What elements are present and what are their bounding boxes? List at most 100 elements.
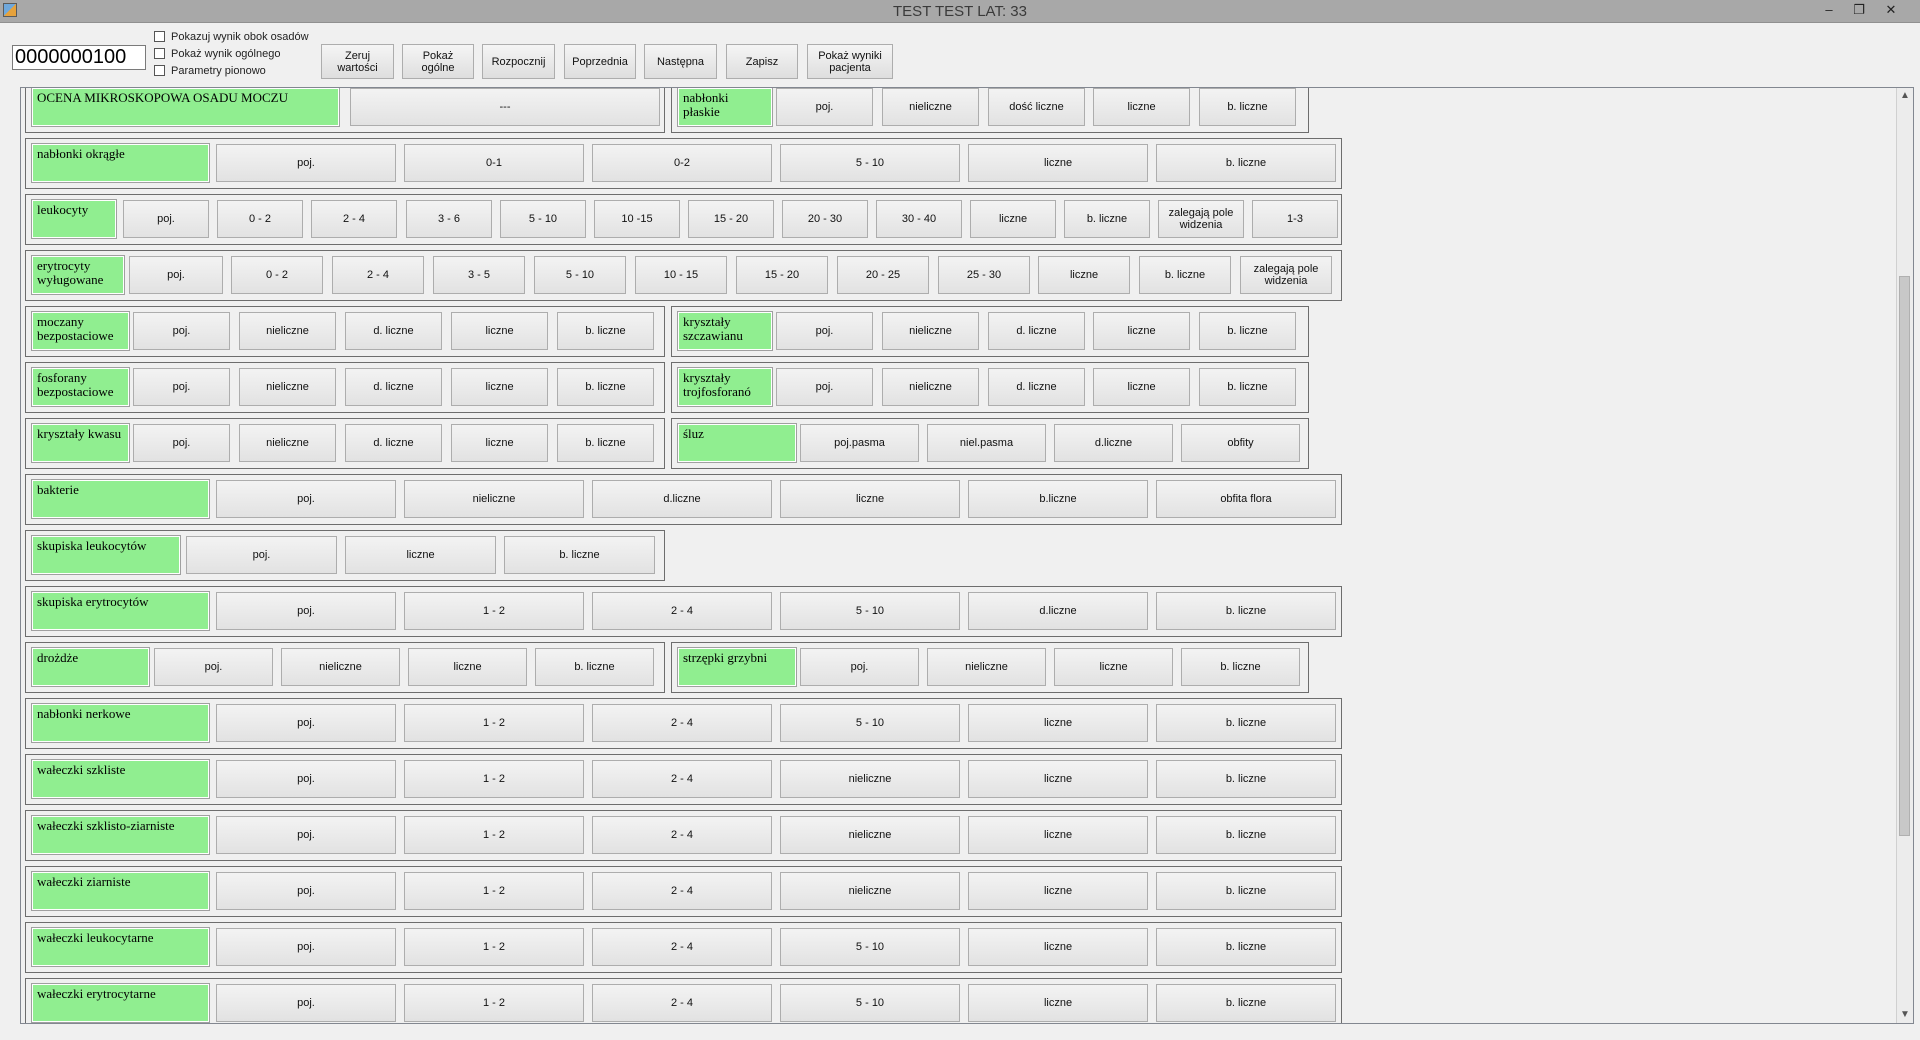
option-button[interactable]: 10 - 15 [635, 256, 727, 294]
option-button[interactable]: 1 - 2 [404, 704, 584, 742]
option-button[interactable]: 1 - 2 [404, 760, 584, 798]
option-button[interactable]: 2 - 4 [592, 816, 772, 854]
checkbox-vertical-params[interactable]: Parametry pionowo [154, 62, 309, 79]
option-button[interactable]: 25 - 30 [938, 256, 1030, 294]
option-button[interactable]: poj. [133, 312, 230, 350]
option-button[interactable]: 2 - 4 [592, 760, 772, 798]
option-button[interactable]: poj. [216, 760, 396, 798]
option-button[interactable]: 2 - 4 [332, 256, 424, 294]
option-button[interactable]: liczne [451, 368, 548, 406]
option-button[interactable]: b. liczne [1139, 256, 1231, 294]
option-button[interactable]: 15 - 20 [688, 200, 774, 238]
previous-button[interactable]: Poprzednia [564, 44, 636, 79]
option-button[interactable]: liczne [1093, 88, 1190, 126]
option-button[interactable]: 5 - 10 [780, 928, 960, 966]
option-button[interactable]: liczne [1093, 368, 1190, 406]
close-button[interactable]: ✕ [1878, 1, 1904, 19]
checkbox-box[interactable] [154, 31, 165, 42]
option-button[interactable]: 3 - 5 [433, 256, 525, 294]
option-button[interactable]: liczne [451, 424, 548, 462]
option-button[interactable]: liczne [1054, 648, 1173, 686]
option-button[interactable]: poj. [133, 424, 230, 462]
option-button[interactable]: d. liczne [345, 312, 442, 350]
option-button[interactable]: poj.pasma [800, 424, 919, 462]
save-button[interactable]: Zapisz [726, 44, 798, 79]
option-button[interactable]: d. liczne [988, 312, 1085, 350]
option-button[interactable]: liczne [1038, 256, 1130, 294]
option-button[interactable]: poj. [154, 648, 273, 686]
checkbox-box[interactable] [154, 48, 165, 59]
option-button[interactable]: 2 - 4 [592, 704, 772, 742]
option-button[interactable]: 1-3 [1252, 200, 1338, 238]
option-button[interactable]: d. liczne [345, 368, 442, 406]
option-button[interactable]: 3 - 6 [406, 200, 492, 238]
option-button[interactable]: nieliczne [239, 424, 336, 462]
option-button[interactable]: nieliczne [780, 760, 960, 798]
option-button[interactable]: b. liczne [1199, 312, 1296, 350]
option-button[interactable]: poj. [123, 200, 209, 238]
option-button[interactable]: 15 - 20 [736, 256, 828, 294]
option-button[interactable]: d. liczne [345, 424, 442, 462]
reset-values-button[interactable]: Zeruj wartości [321, 44, 394, 79]
option-button[interactable]: poj. [216, 704, 396, 742]
option-button[interactable]: b. liczne [557, 368, 654, 406]
option-button[interactable]: b. liczne [1181, 648, 1300, 686]
option-button[interactable]: 5 - 10 [780, 144, 960, 182]
option-button[interactable]: liczne [451, 312, 548, 350]
option-button[interactable]: b. liczne [1156, 592, 1336, 630]
option-button[interactable]: poj. [216, 816, 396, 854]
option-button[interactable]: liczne [968, 928, 1148, 966]
option-button[interactable]: 2 - 4 [592, 872, 772, 910]
option-button[interactable]: poj. [216, 872, 396, 910]
restore-button[interactable]: ❐ [1846, 1, 1872, 19]
option-button[interactable]: nieliczne [281, 648, 400, 686]
sediment-panel[interactable]: ▲ ▼ OCENA MIKROSKOPOWA OSADU MOCZU --- nab… [20, 87, 1914, 1024]
option-button[interactable]: 20 - 30 [782, 200, 868, 238]
minimize-button[interactable]: – [1816, 1, 1842, 19]
start-button[interactable]: Rozpocznij [482, 44, 555, 79]
option-button[interactable]: nieliczne [239, 368, 336, 406]
option-button[interactable]: 5 - 10 [780, 984, 960, 1022]
option-button[interactable]: 0 - 2 [231, 256, 323, 294]
option-button[interactable]: 2 - 4 [592, 592, 772, 630]
option-button[interactable]: b. liczne [1064, 200, 1150, 238]
option-button[interactable]: liczne [968, 144, 1148, 182]
option-button[interactable]: liczne [968, 816, 1148, 854]
option-button[interactable]: zalegają pole widzenia [1158, 200, 1244, 238]
option-button[interactable]: 10 -15 [594, 200, 680, 238]
option-button[interactable]: obfity [1181, 424, 1300, 462]
option-button[interactable]: 0-2 [592, 144, 772, 182]
option-button[interactable]: 2 - 4 [311, 200, 397, 238]
option-button[interactable]: obfita flora [1156, 480, 1336, 518]
option-button[interactable]: b. liczne [1156, 144, 1336, 182]
option-button[interactable]: poj. [216, 144, 396, 182]
option-button[interactable]: nieliczne [927, 648, 1046, 686]
option-button[interactable]: b.liczne [968, 480, 1148, 518]
option-button[interactable]: poj. [776, 312, 873, 350]
option-button[interactable]: d.liczne [592, 480, 772, 518]
option-button[interactable]: b. liczne [557, 424, 654, 462]
option-button[interactable]: nieliczne [404, 480, 584, 518]
option-button[interactable]: 2 - 4 [592, 984, 772, 1022]
option-button[interactable]: 20 - 25 [837, 256, 929, 294]
patient-id-input[interactable]: 0000000100 [12, 45, 146, 70]
option-button[interactable]: liczne [345, 536, 496, 574]
option-button[interactable]: poj. [133, 368, 230, 406]
option-button[interactable]: b. liczne [1156, 816, 1336, 854]
option-button[interactable]: d.liczne [1054, 424, 1173, 462]
option-button[interactable]: liczne [970, 200, 1056, 238]
option-button[interactable]: b. liczne [535, 648, 654, 686]
option-button[interactable]: liczne [968, 872, 1148, 910]
option-button[interactable]: 0 - 2 [217, 200, 303, 238]
option-button[interactable]: 1 - 2 [404, 816, 584, 854]
option-button[interactable]: b. liczne [1156, 760, 1336, 798]
option-button[interactable]: nieliczne [780, 816, 960, 854]
option-button[interactable]: poj. [800, 648, 919, 686]
scroll-up-icon[interactable]: ▲ [1897, 88, 1913, 104]
option-button[interactable]: b. liczne [1199, 368, 1296, 406]
option-button[interactable]: liczne [1093, 312, 1190, 350]
option-button[interactable]: poj. [776, 88, 873, 126]
option-button[interactable]: b. liczne [1199, 88, 1296, 126]
option-button[interactable]: liczne [968, 704, 1148, 742]
option-button[interactable]: d. liczne [988, 368, 1085, 406]
